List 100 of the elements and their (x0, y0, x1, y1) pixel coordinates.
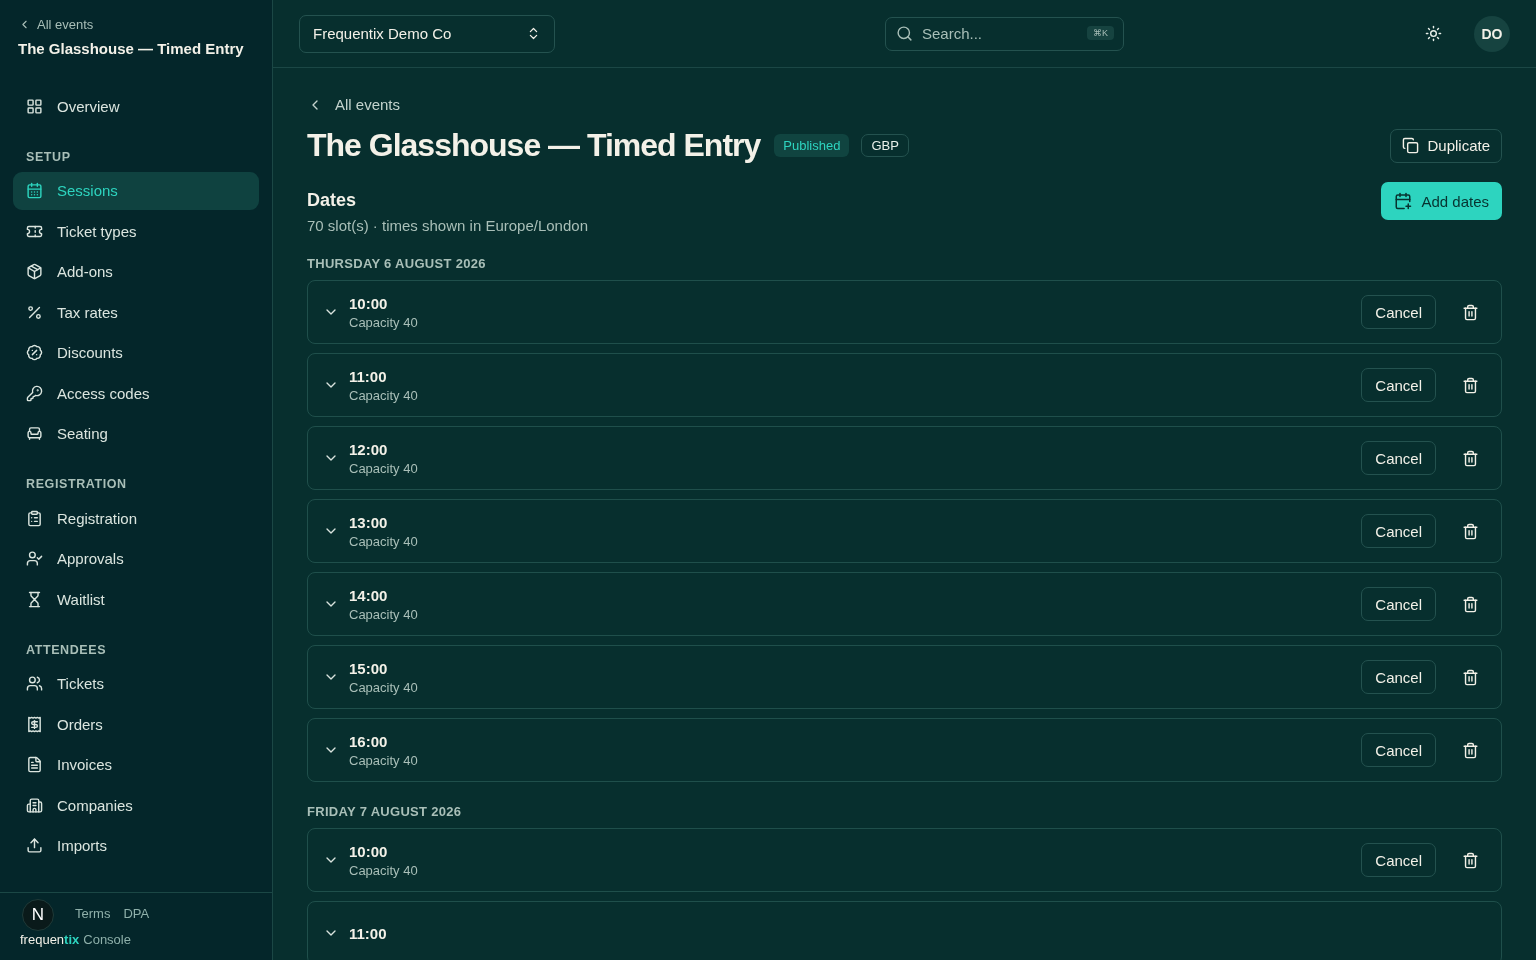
nav-item[interactable]: Imports (13, 826, 259, 865)
badge-percent-icon (26, 344, 43, 361)
session-card[interactable]: 14:00 Capacity 40 Cancel (307, 572, 1502, 636)
back-link[interactable]: All events (18, 17, 252, 32)
session-time: 12:00 (349, 440, 389, 458)
trash-icon (1462, 595, 1479, 613)
trash-icon (1462, 668, 1479, 686)
footer-link[interactable]: DPA (123, 906, 150, 921)
clipboard-icon (26, 509, 43, 527)
status-badge: Published (774, 134, 850, 157)
nav-item[interactable]: Registration (13, 499, 259, 537)
cancel-button[interactable]: Cancel (1361, 587, 1436, 621)
session-time: 10:00 (349, 842, 389, 860)
cancel-button[interactable]: Cancel (1361, 295, 1436, 329)
session-card[interactable]: 10:00 Capacity 40 Cancel (307, 280, 1502, 344)
user-avatar[interactable]: DO (1474, 15, 1510, 52)
brand-suffix: Console (83, 932, 131, 947)
day-heading: FRIDAY 7 AUGUST 2026 (307, 804, 463, 819)
section-title: Dates (307, 190, 358, 211)
nav-item[interactable]: Tax rates (13, 293, 259, 331)
calendar-icon (26, 182, 43, 199)
document-icon (26, 756, 43, 773)
nav-item[interactable]: Sessions (13, 171, 259, 210)
brand-logo: frequentix (20, 932, 80, 947)
session-time: 14:00 (349, 586, 389, 604)
nav-item[interactable]: Ticket types (13, 212, 259, 250)
shortcut-hint: ⌘K (1087, 25, 1114, 40)
session-card[interactable]: 16:00 Capacity 40 Cancel (307, 718, 1502, 782)
session-card[interactable]: 11:00 Capacity 40 Cancel (307, 353, 1502, 417)
nav-item[interactable]: Invoices (13, 745, 259, 784)
copy-icon (1402, 137, 1420, 154)
day-heading: THURSDAY 6 AUGUST 2026 (307, 256, 487, 271)
trash-icon (1462, 449, 1479, 467)
trash-icon (1462, 741, 1479, 759)
nav-section-heading: REGISTRATION (25, 477, 128, 491)
session-capacity: Capacity 40 (349, 460, 418, 476)
session-time: 16:00 (349, 732, 389, 750)
cancel-button[interactable]: Cancel (1361, 733, 1436, 767)
nav-item[interactable]: Access codes (13, 374, 259, 412)
session-capacity: Capacity 40 (349, 387, 418, 403)
users-icon (26, 675, 43, 692)
grid-icon (26, 97, 43, 115)
nav-item[interactable]: Add-ons (13, 252, 259, 291)
event-title: The Glasshouse — Timed Entry (18, 40, 245, 57)
nav-item[interactable]: Waitlist (13, 580, 259, 618)
trash-icon (1462, 376, 1479, 394)
trash-icon (1462, 303, 1479, 321)
session-time: 11:00 (349, 924, 387, 942)
trash-icon (1462, 851, 1479, 869)
back-link[interactable]: All events (307, 96, 1502, 113)
page-title: The Glasshouse — Timed Entry (307, 127, 761, 164)
section-subtitle: 70 slot(s) · times shown in Europe/London (307, 217, 588, 234)
nav-item[interactable]: Approvals (13, 539, 259, 578)
nav-item[interactable]: Seating (13, 414, 259, 453)
session-time: 15:00 (349, 659, 389, 677)
cancel-button[interactable]: Cancel (1361, 514, 1436, 548)
key-icon (26, 384, 43, 402)
calendar-plus-icon (1394, 192, 1413, 210)
session-card[interactable]: 12:00 Capacity 40 Cancel (307, 426, 1502, 490)
search-icon (896, 24, 913, 42)
footer-link[interactable]: Terms (75, 906, 111, 921)
session-capacity: Capacity 40 (349, 314, 418, 330)
session-card[interactable]: 11:00 (307, 901, 1502, 960)
session-card[interactable]: 10:00 Capacity 40 Cancel (307, 828, 1502, 892)
cancel-button[interactable]: Cancel (1361, 843, 1436, 877)
session-capacity: Capacity 40 (349, 679, 418, 695)
nav-item[interactable]: Discounts (13, 333, 259, 372)
percent-icon (26, 303, 43, 321)
session-time: 10:00 (349, 294, 389, 312)
armchair-icon (26, 425, 43, 442)
session-capacity: Capacity 40 (349, 862, 418, 878)
currency-badge: GBP (861, 134, 909, 157)
session-card[interactable]: 15:00 Capacity 40 Cancel (307, 645, 1502, 709)
cancel-button[interactable]: Cancel (1361, 368, 1436, 402)
building-icon (26, 796, 43, 814)
sun-icon (1425, 25, 1442, 42)
box-icon (26, 263, 43, 280)
session-capacity: Capacity 40 (349, 606, 418, 622)
session-time: 11:00 (349, 367, 388, 385)
receipt-icon (26, 715, 43, 733)
nav-item[interactable]: Tickets (13, 664, 259, 703)
session-card[interactable]: 13:00 Capacity 40 Cancel (307, 499, 1502, 563)
dev-tools-button[interactable]: N (22, 899, 54, 931)
session-capacity: Capacity 40 (349, 533, 418, 549)
session-capacity: Capacity 40 (349, 752, 418, 768)
add-dates-button[interactable]: Add dates (1381, 182, 1502, 220)
duplicate-button[interactable]: Duplicate (1390, 128, 1502, 163)
session-time: 13:00 (349, 513, 389, 531)
upload-icon (26, 837, 43, 854)
nav-item[interactable]: Orders (13, 705, 259, 743)
cancel-button[interactable]: Cancel (1361, 660, 1436, 694)
nav-section-heading: ATTENDEES (25, 642, 108, 657)
user-check-icon (26, 550, 43, 567)
organization-select[interactable]: Frequentix Demo Co (299, 14, 555, 53)
hourglass-icon (26, 590, 43, 608)
cancel-button[interactable]: Cancel (1361, 441, 1436, 475)
nav-item[interactable]: Companies (13, 786, 259, 824)
nav-item[interactable]: Overview (13, 87, 259, 125)
nav-section-heading: SETUP (25, 149, 72, 164)
trash-icon (1462, 522, 1479, 540)
